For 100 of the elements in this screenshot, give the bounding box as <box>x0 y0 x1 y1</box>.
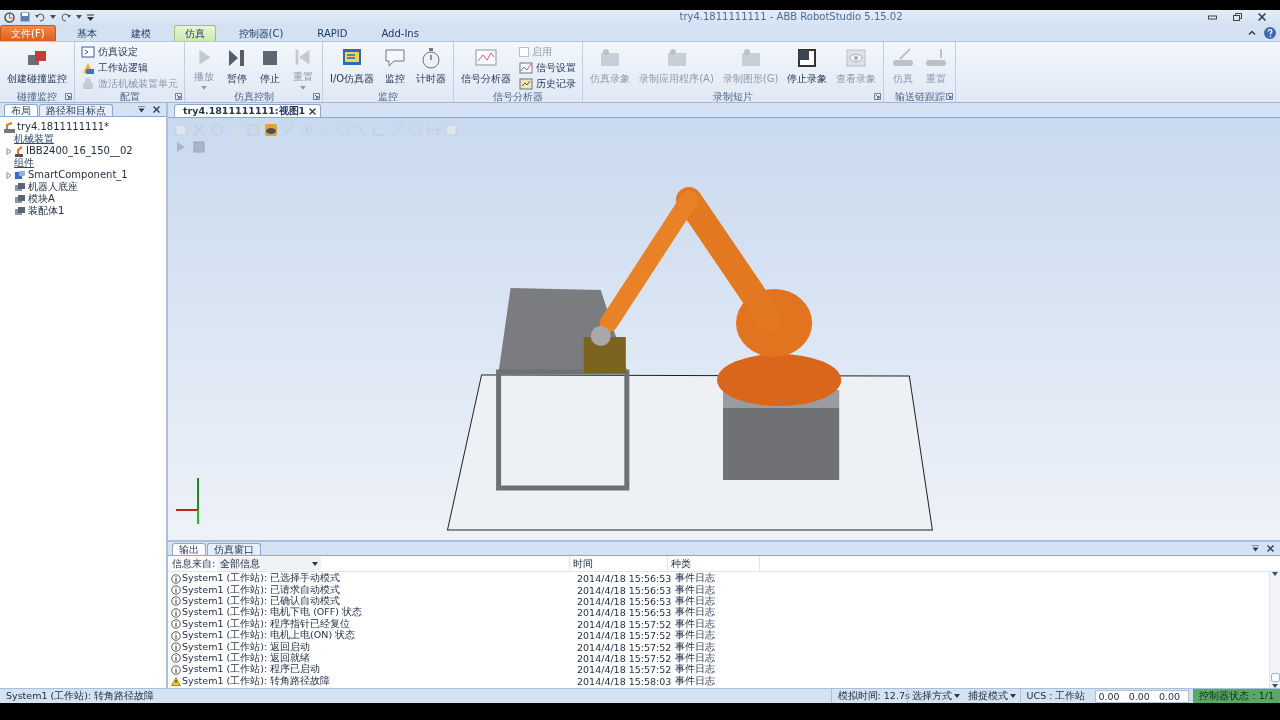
caret-icon <box>953 694 960 698</box>
group-label: 监控 <box>377 91 400 103</box>
close-icon[interactable] <box>153 106 160 113</box>
ribbon-button[interactable]: 暂停 <box>221 44 253 91</box>
launcher-icon[interactable] <box>874 93 882 100</box>
ribbon-tab[interactable]: 仿真 <box>173 25 216 41</box>
table-cell-text: 事件日志 <box>674 595 716 607</box>
collapse-ribbon-icon[interactable] <box>1248 30 1256 35</box>
caret-icon <box>1009 694 1016 698</box>
scrollbar-thumb[interactable] <box>1270 673 1280 682</box>
controller-status: 控制器状态 : 1/1 <box>1193 689 1280 703</box>
group-label: 碰撞监控 <box>16 91 58 103</box>
tree-section-label[interactable]: 组件 <box>14 157 34 169</box>
column-header[interactable]: 时间 <box>569 555 668 572</box>
caret-icon <box>76 15 82 19</box>
launcher-icon[interactable] <box>946 93 954 100</box>
table-cell-text: 事件日志 <box>674 674 716 688</box>
ribbon-button[interactable]: I/O仿真器 <box>326 44 379 91</box>
panel-tab[interactable]: 仿真窗口 <box>207 543 261 555</box>
tree-section-label[interactable]: 机械装置 <box>14 133 54 145</box>
table-cell-text: 事件日志 <box>674 640 716 652</box>
ribbon-tab[interactable]: 控制器(C) <box>227 25 295 41</box>
panel-tab[interactable]: 布局 <box>4 104 38 116</box>
tree-item-label[interactable]: try4.1811111111* <box>17 121 110 133</box>
column-header[interactable]: 种类 <box>667 555 760 572</box>
caret-icon <box>300 86 306 90</box>
launcher-icon[interactable] <box>175 93 182 100</box>
ribbon-button[interactable]: 信号设置 <box>516 60 580 75</box>
minimize-icon[interactable] <box>1208 13 1217 21</box>
table-cell-text: 2014/4/18 15:56:53 <box>576 584 672 596</box>
save-icon[interactable] <box>20 12 30 22</box>
table-cell-text: 2014/4/18 15:57:52 <box>576 652 672 664</box>
robot-icon <box>14 145 24 157</box>
log-message: System1 (工作站): 转角路径故障 <box>182 674 331 688</box>
tree-item-label[interactable]: SmartComponent_1 <box>28 169 128 181</box>
table-cell-text: 2014/4/18 15:57:52 <box>576 641 672 653</box>
close-icon[interactable] <box>1258 13 1266 21</box>
log-message: System1 (工作站): 程序已启动 <box>182 663 321 675</box>
redo-icon[interactable] <box>61 12 71 22</box>
ribbon-button[interactable]: 历史记录 <box>516 76 580 91</box>
expander-icon[interactable] <box>6 147 12 155</box>
close-icon[interactable] <box>309 107 317 115</box>
ribbon-tab[interactable]: 基本 <box>65 25 108 41</box>
tree-item-label[interactable]: 装配体1 <box>28 205 65 217</box>
ribbon-button[interactable]: 仿真设定 <box>78 44 181 59</box>
filter-label: 信息来自: <box>172 556 216 571</box>
ribbon-button[interactable]: 监控 <box>379 44 412 91</box>
ribbon-button[interactable]: 停止录象 <box>783 44 832 91</box>
help-icon[interactable] <box>1264 26 1276 39</box>
snap-mode-button[interactable]: 捕捉模式 <box>963 689 1020 703</box>
ribbon-tab[interactable]: 建模 <box>119 25 162 41</box>
pin-icon[interactable] <box>138 106 145 113</box>
scrollbar[interactable] <box>1269 572 1280 688</box>
undo-icon[interactable] <box>35 12 45 22</box>
table-cell-text: 事件日志 <box>674 617 716 630</box>
window-title: try4.1811111111 - ABB RobotStudio 5.15.02 <box>678 10 904 24</box>
tree-item-label[interactable]: IBB2400_16_150__02 <box>26 145 133 157</box>
group-label: 信号分析器 <box>492 91 545 103</box>
status-message: System1 (工作站): 转角路径故障 <box>5 689 156 703</box>
table-cell-text: 2014/4/18 15:56:53 <box>576 607 672 619</box>
log-message: System1 (工作站): 已确认自动模式 <box>182 595 341 607</box>
part-icon <box>14 206 26 216</box>
ribbon-button[interactable]: 停止 <box>254 44 286 91</box>
launcher-icon[interactable] <box>313 93 320 100</box>
tree-item-label[interactable]: 模块A <box>28 193 55 205</box>
ribbon-tab[interactable]: Add-Ins <box>370 25 430 41</box>
table-cell-text: 2014/4/18 15:57:52 <box>576 664 672 676</box>
restore-icon[interactable] <box>1233 13 1242 21</box>
part-icon <box>14 194 26 204</box>
scroll-up-icon <box>1272 572 1278 576</box>
app-logo-icon[interactable] <box>4 11 15 23</box>
expander-icon[interactable] <box>6 171 12 179</box>
stop-icon[interactable] <box>192 140 206 154</box>
ribbon-button[interactable]: 创建碰撞监控 <box>3 44 71 91</box>
group-label: 仿真控制 <box>232 91 275 103</box>
pin-icon[interactable] <box>1252 545 1259 552</box>
table-cell-text: 事件日志 <box>674 663 716 676</box>
ribbon-button[interactable]: 信号分析器 <box>457 44 516 91</box>
coordinates-field[interactable]: 0.00 0.00 0.00 <box>1095 689 1190 703</box>
table-cell-text: 2014/4/18 15:56:53 <box>576 573 672 585</box>
source-dropdown[interactable]: 全部信息 <box>217 557 322 570</box>
log-message: System1 (工作站): 电机下电 (OFF) 状态 <box>182 606 362 618</box>
ribbon-button[interactable]: 计时器 <box>412 44 451 91</box>
table-cell-text: 2014/4/18 15:56:53 <box>576 595 672 607</box>
table-cell-text: 2014/4/18 15:57:52 <box>576 630 672 642</box>
close-icon[interactable] <box>1267 545 1274 552</box>
signal-settings-icon <box>519 60 534 75</box>
group-label: 录制短片 <box>712 91 755 103</box>
ribbon-button[interactable]: 工作站逻辑 <box>78 60 181 75</box>
document-tab[interactable]: try4.1811111111:视图1 <box>174 104 322 117</box>
panel-tab[interactable]: 输出 <box>172 543 206 555</box>
car-icon[interactable] <box>264 123 278 137</box>
customize-icon[interactable] <box>87 13 94 21</box>
tree-item-label[interactable]: 机器人底座 <box>28 181 78 193</box>
launcher-icon[interactable] <box>65 93 72 100</box>
group-label: 配置 <box>118 91 141 103</box>
ribbon-tab[interactable]: RAPID <box>306 25 359 41</box>
log-message: System1 (工作站): 电机上电(ON) 状态 <box>182 629 356 641</box>
log-message: System1 (工作站): 返回就绪 <box>182 651 311 664</box>
panel-tab[interactable]: 路径和目标点 <box>39 104 113 116</box>
